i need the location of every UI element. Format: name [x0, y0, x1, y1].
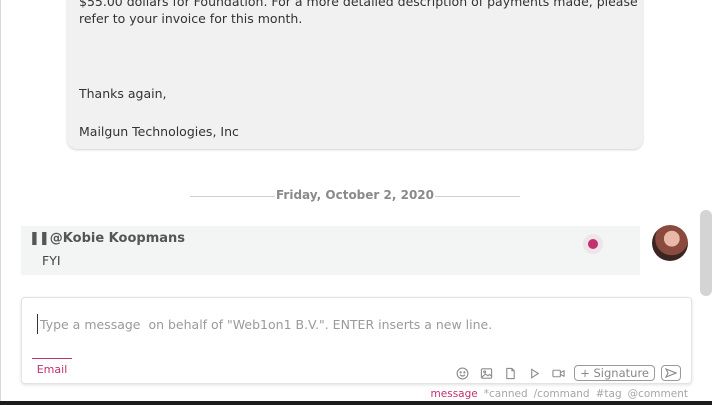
date-divider-label: Friday, October 2, 2020: [275, 188, 434, 202]
hint-tag[interactable]: #tag: [596, 388, 622, 400]
email-message-bubble: $55.00 dollars for Foundation. For a mor…: [67, 0, 643, 149]
divider-rule-right: [435, 196, 520, 197]
internal-note: ❚❚@Kobie Koopmans FYI: [21, 226, 640, 275]
hint-comment[interactable]: @comment: [628, 388, 688, 400]
bottom-border: [0, 401, 712, 405]
email-line-3: Thanks again,: [79, 86, 167, 101]
email-line-2: refer to your invoice for this month.: [79, 11, 303, 26]
quote-icon: ❚❚: [29, 231, 50, 246]
send-icon: [665, 368, 677, 378]
message-composer: Email + Signature: [21, 297, 692, 384]
conversation-view: $55.00 dollars for Foundation. For a mor…: [0, 0, 712, 405]
scrollbar[interactable]: [700, 210, 712, 296]
tab-email[interactable]: Email: [32, 358, 72, 376]
email-line-1: $55.00 dollars for Foundation. For a mor…: [79, 0, 638, 9]
image-icon[interactable]: [474, 364, 498, 382]
note-author: ❚❚@Kobie Koopmans: [29, 231, 185, 246]
send-button[interactable]: [661, 365, 681, 381]
message-input[interactable]: [37, 314, 677, 334]
date-divider: Friday, October 2, 2020: [190, 186, 520, 206]
left-border: [0, 0, 1, 405]
composer-hints: message *canned /command #tag @comment: [431, 388, 688, 400]
signature-button[interactable]: + Signature: [574, 365, 655, 381]
composer-toolbar: + Signature: [450, 364, 681, 382]
hint-canned[interactable]: *canned: [484, 388, 528, 400]
hint-message[interactable]: message: [431, 388, 478, 400]
emoji-icon[interactable]: [450, 364, 474, 382]
video-icon[interactable]: [546, 364, 570, 382]
file-icon[interactable]: [498, 364, 522, 382]
unread-dot: [588, 239, 598, 249]
play-icon[interactable]: [522, 364, 546, 382]
hint-command[interactable]: /command: [534, 388, 590, 400]
note-text: FYI: [42, 253, 61, 268]
avatar[interactable]: [652, 225, 688, 261]
email-line-4: Mailgun Technologies, Inc: [79, 124, 239, 139]
note-author-name[interactable]: @Kobie Koopmans: [50, 231, 185, 246]
